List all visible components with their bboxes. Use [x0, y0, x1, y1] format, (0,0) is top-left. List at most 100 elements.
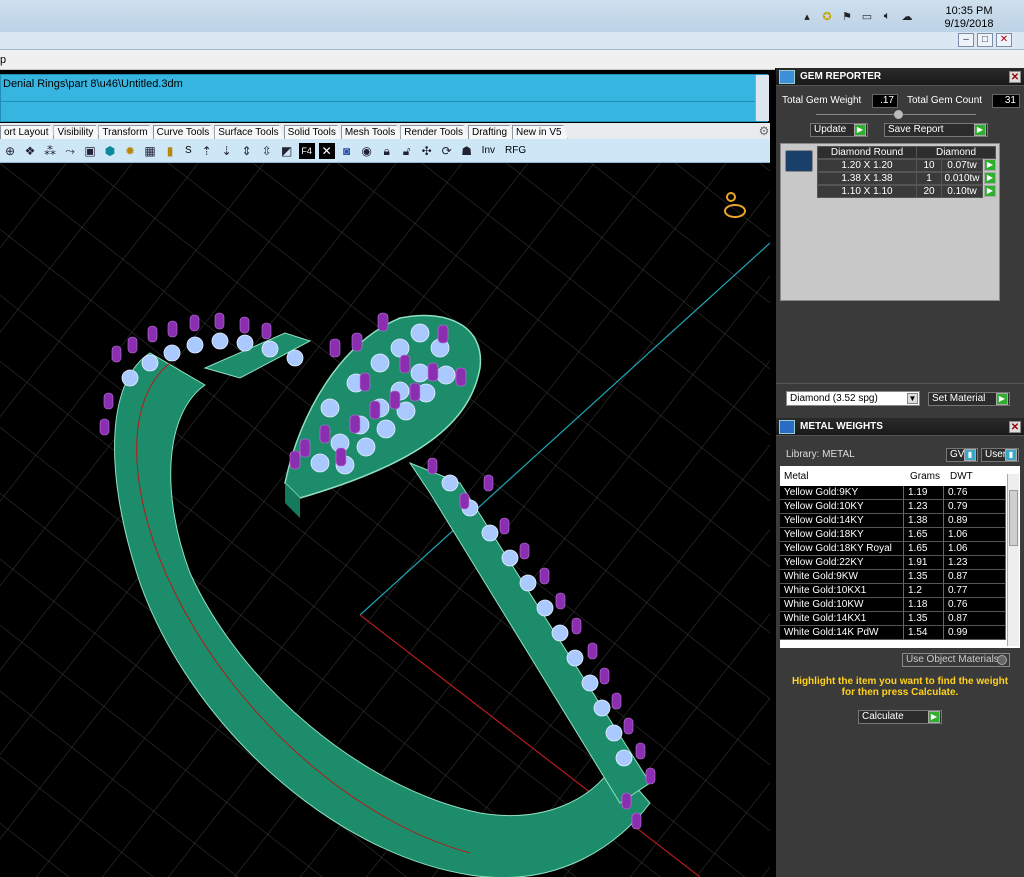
close-icon[interactable]: ✕ [1009, 421, 1021, 433]
metal-row[interactable]: White Gold:10KX1 1.2 0.77 [780, 584, 1006, 598]
tab-layout[interactable]: ort Layout [0, 125, 55, 139]
metal-dwt: 0.76 [944, 486, 1006, 500]
tab-render-tools[interactable]: Render Tools [400, 125, 469, 139]
metal-row[interactable]: White Gold:14K PdW 1.54 0.99 [780, 626, 1006, 640]
restore-button[interactable]: □ [977, 33, 993, 47]
speaker-icon[interactable]: 🔈︎ [880, 9, 894, 23]
command-divider [1, 101, 757, 102]
play-icon[interactable]: ▶ [984, 159, 996, 171]
globe-icon[interactable]: ⊕ [2, 143, 18, 159]
perspective-viewport[interactable] [0, 163, 770, 877]
set-material-button[interactable]: Set Material ▶ [928, 392, 1010, 406]
save-icon[interactable]: ▣ [82, 143, 98, 159]
header-grams: Grams [910, 471, 940, 482]
command-area[interactable]: Denial Rings\part 8\u46\Untitled.3dm [0, 74, 769, 122]
metal-row[interactable]: Yellow Gold:14KY 1.38 0.89 [780, 514, 1006, 528]
use-object-materials-checkbox[interactable]: Use Object Materials [902, 653, 1010, 667]
metal-grams: 1.54 [904, 626, 944, 640]
scrollbar-thumb[interactable] [1009, 490, 1018, 546]
metal-row[interactable]: Yellow Gold:10KY 1.23 0.79 [780, 500, 1006, 514]
lock-icon[interactable]: 🔒︎ [379, 143, 395, 159]
gv-label: GV [950, 449, 965, 460]
align-icon[interactable]: ⇳ [259, 143, 275, 159]
metal-row[interactable]: Yellow Gold:18KY 1.65 1.06 [780, 528, 1006, 542]
tab-surface-tools[interactable]: Surface Tools [214, 125, 285, 139]
metal-grams: 1.35 [904, 570, 944, 584]
material-select-value: Diamond (3.52 spg) [790, 393, 878, 404]
move-updown-icon[interactable]: ⇕ [239, 143, 255, 159]
metal-row[interactable]: White Gold:10KW 1.18 0.76 [780, 598, 1006, 612]
tab-new-in-v5[interactable]: New in V5 [512, 125, 568, 139]
gems-icon[interactable]: ❖ [22, 143, 38, 159]
user-button[interactable]: User ▮ [981, 448, 1019, 462]
metal-dwt: 0.76 [944, 598, 1006, 612]
layer-icon[interactable]: ◩ [279, 143, 295, 159]
star-burst-icon[interactable]: ✕ [318, 142, 335, 159]
calculate-button[interactable]: Calculate ▶ [858, 710, 942, 724]
minimize-button[interactable]: – [958, 33, 974, 47]
gem-row-size[interactable]: 1.20 X 1.20 [817, 159, 917, 172]
gear-shape-icon[interactable]: ✹ [122, 143, 138, 159]
user-tool-icon[interactable]: ☗ [459, 143, 475, 159]
save-report-button[interactable]: Save Report ▶ [884, 123, 988, 137]
symmetry-icon[interactable]: ⟳ [439, 143, 455, 159]
chevron-down-icon: ▼ [907, 393, 918, 404]
update-button[interactable]: Update ▶ [810, 123, 868, 137]
metal-row[interactable]: Yellow Gold:18KY Royal 1.65 1.06 [780, 542, 1006, 556]
tab-drafting[interactable]: Drafting [468, 125, 514, 139]
play-icon[interactable]: ▶ [984, 185, 996, 197]
move-up-icon[interactable]: ⇡ [199, 143, 215, 159]
toolbar-text-rfg[interactable]: RFG [502, 145, 529, 156]
cluster-icon[interactable]: ⁂ [42, 143, 58, 159]
play-icon: ▶ [928, 711, 940, 723]
metal-row[interactable]: Yellow Gold:22KY 1.91 1.23 [780, 556, 1006, 570]
metal-name: White Gold:10KW [780, 598, 904, 612]
cylinder-icon[interactable]: ◙ [339, 143, 355, 159]
gem-row-size[interactable]: 1.38 X 1.38 [817, 172, 917, 185]
tab-mesh-tools[interactable]: Mesh Tools [340, 125, 402, 139]
viewport-canvas[interactable] [0, 163, 770, 877]
bezel-icon[interactable]: ◉ [359, 143, 375, 159]
material-select[interactable]: Diamond (3.52 spg) ▼ [786, 391, 920, 406]
curve-points-icon[interactable]: ⤳ [62, 143, 78, 159]
metal-grams: 1.23 [904, 500, 944, 514]
gear-icon[interactable]: ⚙ [757, 124, 771, 138]
grid-tool-icon[interactable]: ▦ [142, 143, 158, 159]
play-icon: ▶ [854, 124, 866, 136]
metal-dwt: 1.06 [944, 528, 1006, 542]
menu-item-help[interactable]: p [0, 54, 6, 66]
flag-icon[interactable]: ⚑ [840, 9, 854, 23]
close-icon[interactable]: ✕ [1009, 71, 1021, 83]
toolbar-text-s[interactable]: S [182, 145, 195, 156]
play-icon[interactable]: ▶ [984, 172, 996, 184]
gem-row-weight: 0.07tw [941, 159, 983, 172]
splitter-handle[interactable] [894, 110, 903, 119]
clock[interactable]: 10:35 PM 9/19/2018 [934, 5, 1004, 31]
tab-curve-tools[interactable]: Curve Tools [152, 125, 216, 139]
f4-icon[interactable]: F4 [298, 142, 315, 159]
metal-row[interactable]: White Gold:9KW 1.35 0.87 [780, 570, 1006, 584]
metal-weights-title-text: METAL WEIGHTS [800, 421, 883, 432]
monitor-icon[interactable]: ▭ [860, 9, 874, 23]
tab-solid-tools[interactable]: Solid Tools [283, 125, 342, 139]
gem-row-size[interactable]: 1.10 X 1.10 [817, 185, 917, 198]
tab-transform[interactable]: Transform [98, 125, 154, 139]
cube-icon[interactable]: ⬢ [102, 143, 118, 159]
network-icon[interactable]: ✪ [820, 9, 834, 23]
tab-visibility[interactable]: Visibility [53, 125, 100, 139]
chevron-up-icon[interactable]: ▴ [800, 9, 814, 23]
metal-name: White Gold:14KX1 [780, 612, 904, 626]
metal-table-scrollbar[interactable] [1007, 474, 1019, 646]
cloud-icon[interactable]: ☁ [900, 9, 914, 23]
gv-button[interactable]: GV ▮ [946, 448, 978, 462]
close-button[interactable]: ✕ [996, 33, 1012, 47]
metal-row[interactable]: White Gold:14KX1 1.35 0.87 [780, 612, 1006, 626]
command-scrollbar[interactable] [755, 75, 769, 121]
del-tool-icon[interactable]: ▮ [162, 143, 178, 159]
transform-arrows-icon[interactable]: ✣ [419, 143, 435, 159]
toolbar-text-inv[interactable]: Inv [479, 145, 498, 156]
metal-row[interactable]: Yellow Gold:9KY 1.19 0.76 [780, 486, 1006, 500]
move-down-icon[interactable]: ⇣ [219, 143, 235, 159]
unlock-icon[interactable]: 🔓︎ [399, 143, 415, 159]
play-icon: ▶ [996, 393, 1008, 405]
